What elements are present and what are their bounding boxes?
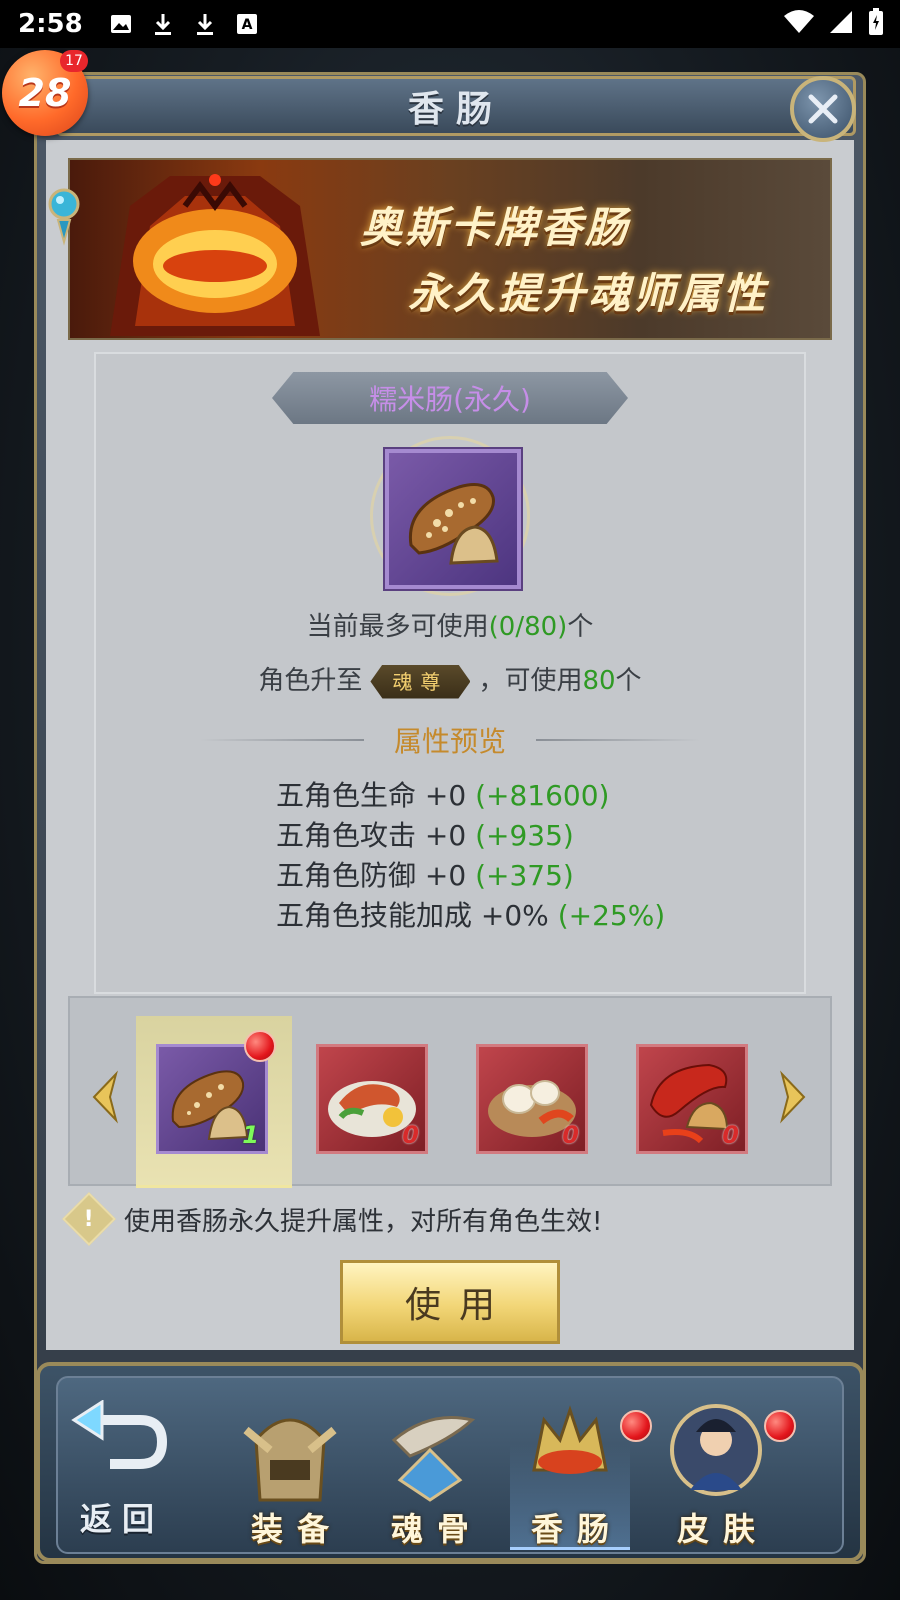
- gem-ornament-icon: [44, 180, 84, 246]
- status-bar: 2:58 A: [0, 0, 900, 48]
- warning-icon: !: [62, 1192, 116, 1246]
- item-frame: [385, 449, 521, 589]
- banner-subheadline: 永久提升魂师属性: [408, 269, 769, 318]
- item-name: 糯米肠(永久): [369, 383, 531, 416]
- rank-requirement-line: 角色升至 魂尊 ，可使用80个: [94, 660, 806, 699]
- back-button-label[interactable]: 返回: [80, 1494, 164, 1540]
- banner-headline: 奥斯卡牌香肠: [360, 203, 631, 252]
- nav-tab-sausage[interactable]: 香肠: [510, 1400, 630, 1550]
- floating-assistant-ball[interactable]: 28 17: [0, 48, 90, 148]
- nav-tab-soul-bone[interactable]: 魂骨: [370, 1400, 490, 1550]
- nav-tab-label: 皮肤: [676, 1510, 769, 1548]
- nav-tab-label: 魂骨: [390, 1510, 483, 1548]
- stat-label: 五角色防御 +0: [276, 859, 476, 892]
- stat-label: 五角色攻击 +0: [276, 819, 476, 852]
- rank-mid: ，可使用: [478, 666, 583, 696]
- nav-notification-dot: [620, 1410, 652, 1442]
- item-count: 0: [402, 1121, 419, 1149]
- tip-text: 使用香肠永久提升属性，对所有角色生效!: [124, 1206, 603, 1237]
- chevron-right-icon: [780, 1070, 806, 1124]
- svg-text:A: A: [241, 17, 252, 33]
- stat-bonus: (+25%): [557, 899, 666, 932]
- usage-suffix: 个: [567, 612, 594, 642]
- stat-line-hp: 五角色生命 +0 (+81600): [276, 774, 609, 814]
- stat-line-skill: 五角色技能加成 +0% (+25%): [276, 894, 665, 934]
- divider: [200, 739, 364, 741]
- image-icon: [109, 12, 133, 36]
- flaming-mask-icon: [110, 174, 320, 336]
- nav-tab-label: 装备: [250, 1510, 343, 1548]
- new-item-dot: [244, 1030, 276, 1062]
- rank-value: 80: [582, 666, 616, 696]
- stat-line-attack: 五角色攻击 +0 (+935): [276, 814, 574, 854]
- item-count: 0: [562, 1121, 579, 1149]
- use-button-label: 使用: [404, 1285, 513, 1326]
- inventory-slot-glutinous-rice-sausage[interactable]: 1: [156, 1044, 268, 1154]
- rank-badge: 魂尊: [370, 664, 471, 699]
- notification-count-badge: 17: [60, 50, 88, 72]
- download-icon: [193, 12, 217, 36]
- scroll-right-button[interactable]: [778, 1070, 812, 1124]
- inventory-slot-red-sausage[interactable]: 0: [636, 1044, 748, 1154]
- inventory-slot-sausage-platter[interactable]: 0: [316, 1044, 428, 1154]
- rank-suffix: 个: [615, 666, 642, 696]
- close-icon: [808, 94, 838, 124]
- wifi-icon: [784, 10, 814, 38]
- nav-tab-equipment[interactable]: 装备: [230, 1400, 350, 1550]
- item-name-bar: 糯米肠(永久): [272, 372, 628, 424]
- rice-sausage-icon: [408, 483, 499, 565]
- signal-icon: [828, 9, 854, 39]
- item-large-icon: [370, 436, 530, 596]
- usage-prefix: 当前最多可使用: [306, 612, 489, 642]
- inventory-slot-rice-roll-plate[interactable]: 0: [476, 1044, 588, 1154]
- promo-banner: 奥斯卡牌香肠 永久提升魂师属性: [68, 158, 832, 340]
- character-portrait-icon: [670, 1404, 762, 1496]
- nav-tab-skin[interactable]: 皮肤: [656, 1400, 776, 1550]
- use-button[interactable]: 使用: [340, 1260, 560, 1344]
- attribute-preview-title: 属性预览: [394, 725, 507, 758]
- window-title: 香肠: [407, 89, 504, 130]
- item-count: 1: [242, 1121, 259, 1149]
- nav-tab-label: 香肠: [530, 1510, 623, 1548]
- rank-prefix: 角色升至: [258, 666, 363, 696]
- usage-limit-line: 当前最多可使用(0/80)个: [94, 606, 806, 643]
- attribute-preview-header: 属性预览: [200, 720, 701, 760]
- usage-value: (0/80): [488, 612, 568, 642]
- tip-row: ! 使用香肠永久提升属性，对所有角色生效!: [62, 1192, 603, 1246]
- nav-notification-dot: [764, 1410, 796, 1442]
- soul-bone-icon: [391, 1416, 476, 1502]
- back-button[interactable]: [70, 1399, 170, 1480]
- back-arrow-icon: [71, 1399, 168, 1469]
- stat-line-defense: 五角色防御 +0 (+375): [276, 854, 574, 894]
- font-icon: A: [235, 12, 259, 36]
- stat-label: 五角色技能加成 +0%: [276, 899, 558, 932]
- helmet-icon: [243, 1418, 337, 1502]
- stat-bonus: (+81600): [475, 779, 610, 812]
- chevron-left-icon: [92, 1070, 118, 1124]
- stat-label: 五角色生命 +0: [276, 779, 476, 812]
- status-time: 2:58: [18, 9, 83, 39]
- window-title-bar: 香肠: [56, 76, 856, 136]
- close-button[interactable]: [790, 76, 856, 142]
- divider: [536, 739, 701, 741]
- stat-bonus: (+375): [475, 859, 574, 892]
- battery-icon: [868, 8, 884, 40]
- scroll-left-button[interactable]: [86, 1070, 120, 1124]
- sausage-crown-icon: [532, 1405, 608, 1474]
- stat-bonus: (+935): [475, 819, 574, 852]
- download-icon: [151, 12, 175, 36]
- item-count: 0: [722, 1121, 739, 1149]
